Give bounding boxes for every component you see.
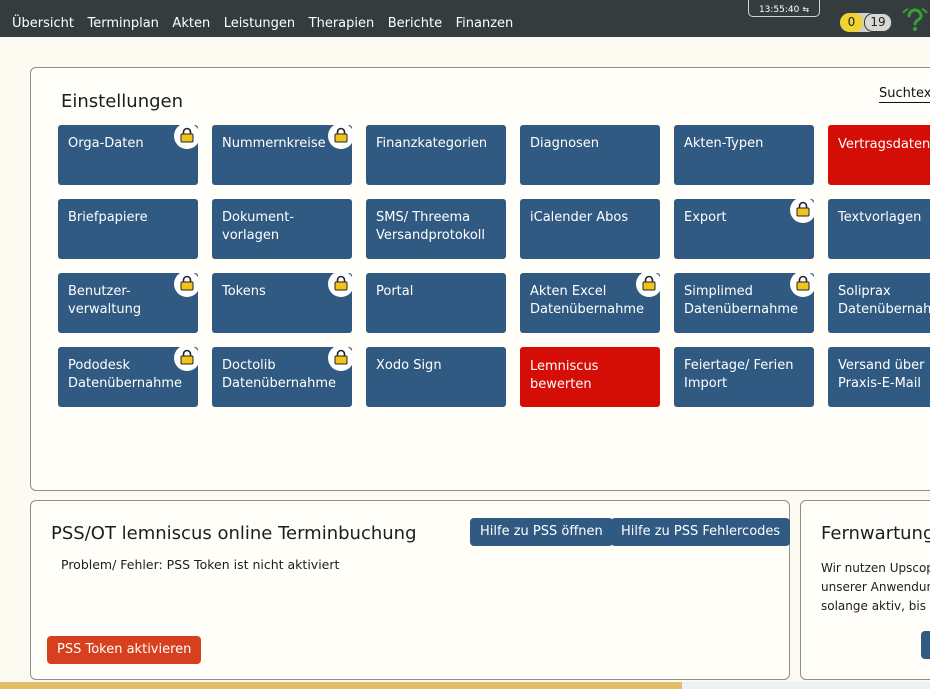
clock-display: 13:55:40 ⇆ bbox=[748, 0, 820, 17]
lock-icon bbox=[636, 271, 662, 297]
lock-icon bbox=[328, 123, 354, 149]
settings-tile-briefpapiere[interactable]: Briefpapiere bbox=[58, 199, 198, 259]
tile-label: Lemniscus bewerten bbox=[530, 359, 599, 392]
nav-item-berichte[interactable]: Berichte bbox=[388, 15, 442, 32]
lock-icon bbox=[174, 123, 200, 149]
tile-label: Soliprax Datenübernahme bbox=[838, 284, 930, 317]
nav-item-therapien[interactable]: Therapien bbox=[309, 15, 375, 32]
settings-tile-doctolib-datenübernahme[interactable]: Doctolib Datenübernahme bbox=[212, 345, 354, 407]
remote-description: Wir nutzen Upscop unserer Anwendun solan… bbox=[821, 559, 930, 616]
main-nav: Übersicht Terminplan Akten Leistungen Th… bbox=[12, 15, 527, 32]
settings-tile-finanzkategorien[interactable]: Finanzkategorien bbox=[366, 125, 506, 185]
pss-panel: PSS/OT lemniscus online Terminbuchung Hi… bbox=[30, 500, 791, 680]
tile-label: Tokens bbox=[222, 284, 266, 299]
settings-tile-diagnosen[interactable]: Diagnosen bbox=[520, 125, 660, 185]
tile-label: iCalender Abos bbox=[530, 210, 629, 225]
tile-label: Benutzer- verwaltung bbox=[68, 284, 142, 317]
settings-tile-pododesk-datenübernahme[interactable]: Pododesk Datenübernahme bbox=[58, 345, 200, 407]
settings-tile-portal[interactable]: Portal bbox=[366, 273, 506, 333]
lock-icon bbox=[790, 197, 816, 223]
count-grey-badge[interactable]: 19 bbox=[864, 13, 892, 32]
tile-label: Akten-Typen bbox=[684, 136, 764, 151]
tile-label: Akten Excel Datenübernahme bbox=[530, 284, 645, 317]
remote-line: unserer Anwendun bbox=[821, 580, 930, 594]
tile-label: Pododesk Datenübernahme bbox=[68, 358, 183, 391]
bottom-strip-right bbox=[682, 682, 930, 689]
settings-tile-orga-daten[interactable]: Orga-Daten bbox=[58, 123, 200, 185]
settings-tile-export[interactable]: Export bbox=[674, 197, 816, 259]
notification-counter[interactable]: 0 19 bbox=[840, 13, 892, 32]
top-bar: Übersicht Terminplan Akten Leistungen Th… bbox=[0, 0, 930, 37]
tile-label: Xodo Sign bbox=[376, 358, 442, 373]
count-yellow-badge[interactable]: 0 bbox=[840, 13, 863, 32]
remote-line: Wir nutzen Upscop bbox=[821, 561, 930, 575]
tile-label: Vertragsdaten bbox=[838, 137, 930, 152]
nav-item-leistungen[interactable]: Leistungen bbox=[224, 15, 295, 32]
remote-title: Fernwartung bbox=[821, 523, 930, 544]
question-wifi-icon[interactable] bbox=[902, 7, 928, 33]
settings-tile-xodo-sign[interactable]: Xodo Sign bbox=[366, 347, 506, 407]
tile-label: Versand über Praxis-E-Mail bbox=[838, 358, 925, 391]
settings-tile-benutzer-verwaltung[interactable]: Benutzer- verwaltung bbox=[58, 271, 200, 333]
nav-item-finanzen[interactable]: Finanzen bbox=[456, 15, 514, 32]
tile-label: Doctolib Datenübernahme bbox=[222, 358, 337, 391]
settings-tile-dokument-vorlagen[interactable]: Dokument- vorlagen bbox=[212, 199, 352, 259]
pss-activate-token-button[interactable]: PSS Token aktivieren bbox=[47, 636, 202, 664]
tile-label: Export bbox=[684, 210, 727, 225]
settings-tile-soliprax-datenübernahme[interactable]: Soliprax Datenübernahme bbox=[828, 273, 930, 333]
remote-action-button[interactable] bbox=[921, 631, 930, 659]
bottom-strip bbox=[0, 682, 682, 689]
pss-help-button[interactable]: Hilfe zu PSS öffnen bbox=[470, 518, 613, 546]
nav-item-akten[interactable]: Akten bbox=[172, 15, 210, 32]
settings-tile-sms-threema-versandprotokoll[interactable]: SMS/ Threema Versandprotokoll bbox=[366, 199, 506, 259]
settings-tile-versand-über-praxis-e-mail[interactable]: Versand über Praxis-E-Mail bbox=[828, 347, 930, 407]
settings-title: Einstellungen bbox=[61, 91, 184, 112]
lock-icon bbox=[328, 271, 354, 297]
tile-label: Nummernkreise bbox=[222, 136, 326, 151]
nav-item-terminplan[interactable]: Terminplan bbox=[87, 15, 158, 32]
lock-icon bbox=[790, 271, 816, 297]
lock-icon bbox=[174, 271, 200, 297]
settings-tile-akten-typen[interactable]: Akten-Typen bbox=[674, 125, 814, 185]
pss-title: PSS/OT lemniscus online Terminbuchung bbox=[51, 523, 417, 544]
tile-label: Finanzkategorien bbox=[376, 136, 488, 151]
clock-time: 13:55:40 bbox=[758, 5, 800, 15]
pss-error-codes-button[interactable]: Hilfe zu PSS Fehlercodes bbox=[611, 518, 791, 546]
lock-icon bbox=[174, 345, 200, 371]
search-text-label[interactable]: Suchtext bbox=[879, 86, 930, 103]
tile-label: Simplimed Datenübernahme bbox=[684, 284, 799, 317]
pss-status-text: Problem/ Fehler: PSS Token ist nicht akt… bbox=[61, 557, 340, 572]
settings-tile-feiertage-ferien-import[interactable]: Feiertage/ Ferien Import bbox=[674, 347, 814, 407]
tile-label: Briefpapiere bbox=[68, 210, 148, 225]
settings-tile-vertragsdaten[interactable]: Vertragsdaten bbox=[828, 125, 930, 185]
tile-label: Portal bbox=[376, 284, 414, 299]
settings-tile-tokens[interactable]: Tokens bbox=[212, 271, 354, 333]
tile-label: Diagnosen bbox=[530, 136, 600, 151]
tile-label: Orga-Daten bbox=[68, 136, 144, 151]
settings-panel: Einstellungen Suchtext Orga-Daten Nummern… bbox=[30, 67, 930, 491]
settings-tile-icalender-abos[interactable]: iCalender Abos bbox=[520, 199, 660, 259]
tile-label: Feiertage/ Ferien Import bbox=[684, 358, 794, 391]
tile-label: Textvorlagen bbox=[838, 210, 922, 225]
lock-icon bbox=[328, 345, 354, 371]
settings-tile-nummernkreise[interactable]: Nummernkreise bbox=[212, 123, 354, 185]
settings-tile-simplimed-datenübernahme[interactable]: Simplimed Datenübernahme bbox=[674, 271, 816, 333]
tile-label: Dokument- vorlagen bbox=[222, 210, 295, 243]
remote-maintenance-panel: Fernwartung Wir nutzen Upscop unserer An… bbox=[800, 500, 930, 680]
remote-line: solange aktiv, bis d bbox=[821, 599, 930, 613]
sync-icon[interactable]: ⇆ bbox=[802, 5, 809, 14]
tile-label: SMS/ Threema Versandprotokoll bbox=[376, 210, 486, 243]
nav-item-uebersicht[interactable]: Übersicht bbox=[12, 15, 74, 32]
settings-tile-lemniscus-bewerten[interactable]: Lemniscus bewerten bbox=[520, 347, 660, 407]
settings-tile-textvorlagen[interactable]: Textvorlagen bbox=[828, 199, 930, 259]
settings-tile-akten-excel-datenübernahme[interactable]: Akten Excel Datenübernahme bbox=[520, 271, 662, 333]
